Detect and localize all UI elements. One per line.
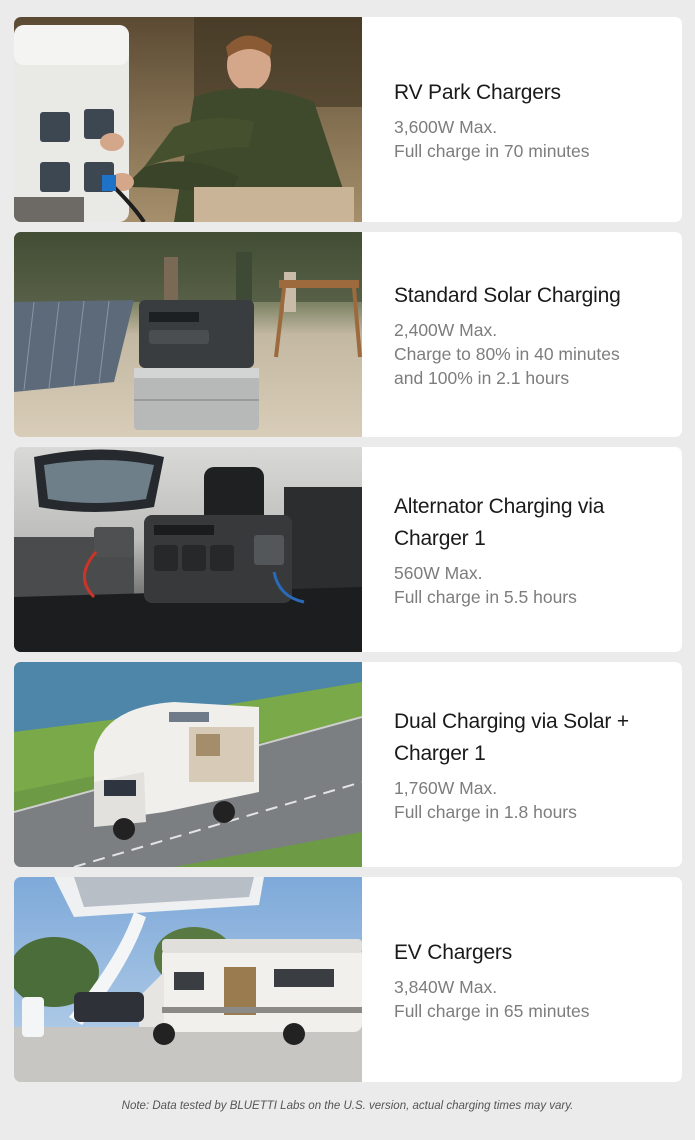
- card-charge-time: Full charge in 5.5 hours: [394, 586, 577, 607]
- charging-card-text: Standard Solar Charging 2,400W Max. Char…: [394, 232, 664, 437]
- card-title: Dual Charging via Solar + Charger 1: [394, 709, 629, 765]
- dual-charging-photo: [14, 662, 362, 867]
- charging-card-text: RV Park Chargers 3,600W Max. Full charge…: [394, 17, 664, 222]
- charging-card-text: EV Chargers 3,840W Max. Full charge in 6…: [394, 877, 664, 1082]
- card-charge-time-full: and 100% in 2.1 hours: [394, 367, 570, 388]
- card-title: Standard Solar Charging: [394, 283, 621, 307]
- charging-card-alternator: Alternator Charging via Charger 1 560W M…: [14, 447, 682, 652]
- card-title: RV Park Chargers: [394, 80, 561, 104]
- card-charge-time: Charge to 80% in 40 minutes: [394, 343, 620, 364]
- card-title: EV Chargers: [394, 940, 513, 964]
- rv-park-charger-photo: [14, 17, 362, 222]
- alternator-charging-photo: [14, 447, 362, 652]
- card-charge-time: Full charge in 1.8 hours: [394, 801, 577, 822]
- card-max-power: 1,760W Max.: [394, 777, 498, 798]
- card-max-power: 560W Max.: [394, 562, 483, 583]
- card-title: Alternator Charging via Charger 1: [394, 494, 605, 550]
- charging-methods-list: RV Park Chargers 3,600W Max. Full charge…: [14, 17, 682, 1092]
- ev-charging-photo: [14, 877, 362, 1082]
- charging-card-ev: EV Chargers 3,840W Max. Full charge in 6…: [14, 877, 682, 1082]
- charging-card-solar: Standard Solar Charging 2,400W Max. Char…: [14, 232, 682, 437]
- card-charge-time: Full charge in 65 minutes: [394, 1000, 590, 1021]
- card-max-power: 3,840W Max.: [394, 976, 498, 997]
- card-charge-time: Full charge in 70 minutes: [394, 140, 590, 161]
- charging-card-text: Dual Charging via Solar + Charger 1 1,76…: [394, 662, 664, 867]
- card-max-power: 2,400W Max.: [394, 319, 498, 340]
- charging-card-dual: Dual Charging via Solar + Charger 1 1,76…: [14, 662, 682, 867]
- solar-charging-photo: [14, 232, 362, 437]
- charging-card-text: Alternator Charging via Charger 1 560W M…: [394, 447, 664, 652]
- charging-card-rv-park: RV Park Chargers 3,600W Max. Full charge…: [14, 17, 682, 222]
- disclaimer-note: Note: Data tested by BLUETTI Labs on the…: [121, 1100, 574, 1112]
- card-max-power: 3,600W Max.: [394, 116, 498, 137]
